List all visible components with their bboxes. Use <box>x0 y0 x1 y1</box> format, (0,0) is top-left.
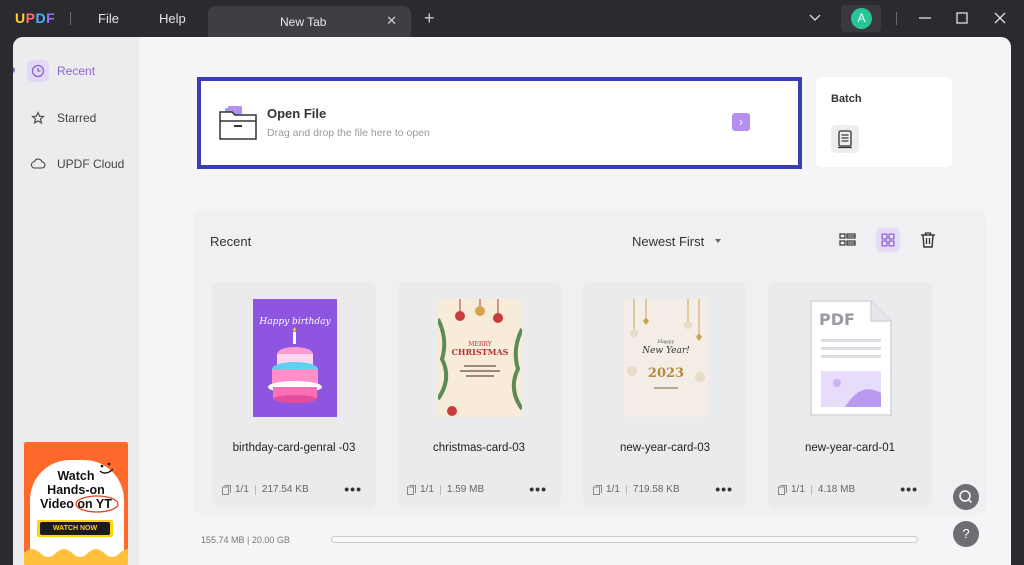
star-icon <box>27 107 49 129</box>
page-count: 1/1 <box>235 484 249 495</box>
divider <box>810 484 812 495</box>
grid-view-icon <box>881 233 895 247</box>
christmas-card-thumbnail: MERRY CHRISTMAS <box>438 299 522 417</box>
divider <box>439 484 441 495</box>
divider <box>254 484 256 495</box>
active-indicator <box>13 67 15 73</box>
file-card[interactable]: Happy New Year! 2023 new-year-card-03 1/… <box>583 282 747 508</box>
menu-file[interactable]: File <box>98 11 119 26</box>
page-count: 1/1 <box>420 484 434 495</box>
more-options-button[interactable]: ••• <box>900 481 918 497</box>
more-options-button[interactable]: ••• <box>715 481 733 497</box>
sidebar-item-label: Recent <box>57 64 96 78</box>
sidebar-item-label: UPDF Cloud <box>57 157 125 171</box>
divider <box>70 12 71 25</box>
grid-view-button[interactable] <box>876 228 900 252</box>
more-options-button[interactable]: ••• <box>529 481 547 497</box>
watch-video-ad[interactable]: Watch Hands-on Video on YT WATCH NOW <box>24 442 128 565</box>
close-tab-icon[interactable]: ✕ <box>386 13 397 29</box>
sort-dropdown[interactable]: Newest First <box>632 234 704 249</box>
batch-label: Batch <box>831 93 862 105</box>
file-size: 719.58 KB <box>632 484 680 495</box>
sidebar-item-label: Starred <box>57 111 97 125</box>
main-panel: Recent Starred UPDF Cloud Watch Hands-on… <box>13 37 1011 565</box>
pdf-file-icon: PDF <box>810 300 892 416</box>
sidebar-item-recent[interactable]: Recent <box>27 59 95 83</box>
open-file-card[interactable]: Open File Drag and drop the file here to… <box>197 77 802 169</box>
thumb-text: Happy <box>658 339 675 345</box>
thumb-text: CHRISTMAS <box>452 347 509 357</box>
menu-help[interactable]: Help <box>159 11 186 26</box>
divider <box>896 12 897 25</box>
open-file-arrow-button[interactable]: › <box>732 113 750 131</box>
recent-section: Recent Newest First Happy birthday birth… <box>193 209 986 515</box>
recent-title: Recent <box>210 234 252 249</box>
folder-icon <box>219 106 257 140</box>
caret-down-icon[interactable] <box>713 237 723 245</box>
batch-icon[interactable] <box>831 125 859 153</box>
more-options-button[interactable]: ••• <box>344 481 362 497</box>
new-tab-button[interactable]: + <box>424 9 435 27</box>
file-name: new-year-card-01 <box>804 442 896 454</box>
batch-card[interactable]: Batch <box>816 77 952 167</box>
title-bar: UPDF File Help New Tab ✕ + A <box>0 0 1024 38</box>
sidebar-item-updf-cloud[interactable]: UPDF Cloud <box>27 152 124 176</box>
file-size: 4.18 MB <box>817 484 856 495</box>
ad-line-1: Watch <box>57 469 95 483</box>
new-year-card-thumbnail: Happy New Year! 2023 <box>624 299 708 417</box>
pages-icon <box>778 484 787 495</box>
birthday-card-thumbnail: Happy birthday <box>253 299 337 417</box>
thumb-text: Happy birthday <box>258 317 331 327</box>
file-meta: 1/1 1.59 MB <box>407 484 484 495</box>
tab-title: New Tab <box>280 15 327 29</box>
maximize-icon[interactable] <box>954 10 970 26</box>
file-size: 217.54 KB <box>261 484 309 495</box>
thumb-text: New Year! <box>641 346 690 356</box>
file-name: birthday-card-genral -03 <box>232 442 356 454</box>
open-file-subtitle: Drag and drop the file here to open <box>267 127 430 139</box>
storage-usage: 155.74 MB | 20.00 GB <box>201 535 290 545</box>
ad-circle-mark <box>75 495 119 513</box>
delete-button[interactable] <box>916 228 940 252</box>
trash-icon <box>921 232 935 248</box>
search-button[interactable] <box>953 484 979 510</box>
file-card[interactable]: Happy birthday birthday-card-genral -03 … <box>212 282 376 508</box>
cloud-icon <box>27 153 49 175</box>
page-count: 1/1 <box>791 484 805 495</box>
list-view-icon <box>839 233 856 246</box>
sidebar-item-starred[interactable]: Starred <box>27 106 96 130</box>
ad-wave <box>24 549 128 565</box>
minimize-icon[interactable] <box>917 10 933 26</box>
file-meta: 1/1 217.54 KB <box>222 484 309 495</box>
file-name: christmas-card-03 <box>432 442 526 454</box>
watch-now-button[interactable]: WATCH NOW <box>40 522 110 535</box>
close-window-icon[interactable] <box>992 10 1008 26</box>
storage-bar <box>331 536 918 543</box>
updf-logo: UPDF <box>15 10 56 26</box>
thumb-text: PDF <box>819 310 855 329</box>
pages-icon <box>407 484 416 495</box>
list-view-button[interactable] <box>836 228 860 252</box>
divider <box>625 484 627 495</box>
file-meta: 1/1 719.58 KB <box>593 484 680 495</box>
file-card[interactable]: PDF new-year-card-01 1/1 4.18 MB ••• <box>768 282 932 508</box>
open-file-title: Open File <box>267 106 327 121</box>
tab-new-tab[interactable]: New Tab ✕ <box>208 6 411 38</box>
avatar: A <box>851 8 872 29</box>
thumb-year: 2023 <box>648 366 684 381</box>
account-button[interactable]: A <box>841 5 881 32</box>
help-button[interactable]: ? <box>953 521 979 547</box>
file-size: 1.59 MB <box>446 484 485 495</box>
pages-icon <box>222 484 231 495</box>
clock-icon <box>27 60 49 82</box>
sidebar: Recent Starred UPDF Cloud Watch Hands-on… <box>13 37 139 565</box>
page-count: 1/1 <box>606 484 620 495</box>
file-card[interactable]: MERRY CHRISTMAS christmas-card-03 1/1 1.… <box>397 282 561 508</box>
chevron-down-icon[interactable] <box>808 10 822 24</box>
search-icon <box>959 490 973 504</box>
file-name: new-year-card-03 <box>619 442 711 454</box>
pages-icon <box>593 484 602 495</box>
file-meta: 1/1 4.18 MB <box>778 484 855 495</box>
